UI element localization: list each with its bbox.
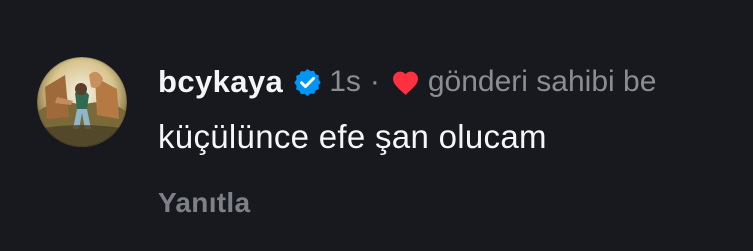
comment-text: küçülünce efe şan olucam [158, 118, 547, 155]
separator-dot: · [369, 65, 380, 98]
avatar[interactable] [37, 57, 127, 147]
username[interactable]: bcykaya [158, 64, 283, 100]
liked-by-author-label: gönderi sahibi be [427, 65, 657, 98]
avatar-image [37, 57, 127, 147]
verified-badge-icon [292, 67, 323, 98]
timestamp: 1s [329, 65, 361, 98]
reply-button[interactable]: Yanıtla [158, 187, 250, 219]
heart-icon [391, 69, 420, 96]
comment-item: bcykaya 1s · gönderi sahibi be küçülünce… [0, 0, 753, 251]
comment-header: bcykaya 1s · gönderi sahibi be [158, 60, 656, 104]
